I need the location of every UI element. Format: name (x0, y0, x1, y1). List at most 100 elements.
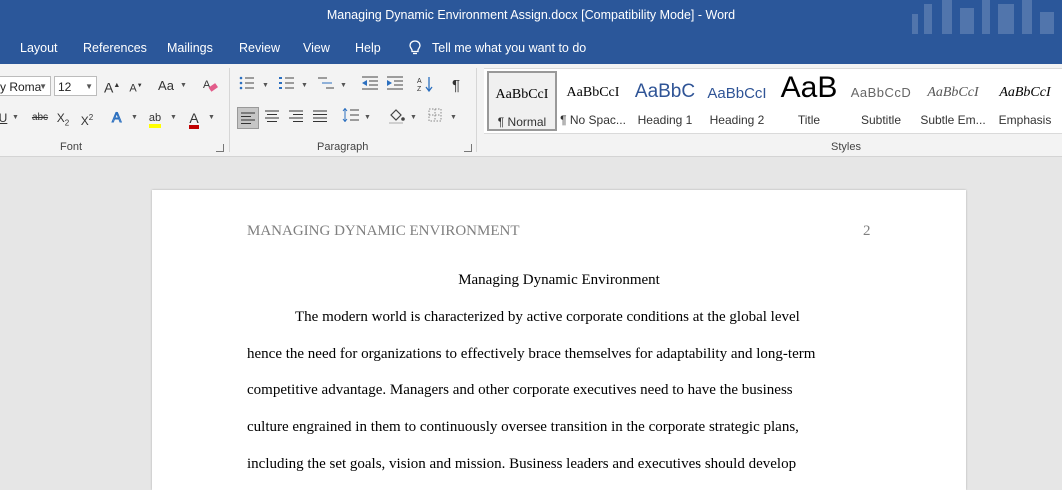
sort-button[interactable]: A Z (416, 76, 436, 98)
style-sample: AaBbCcI (566, 85, 620, 100)
align-center-button[interactable] (262, 108, 282, 128)
bullets-button[interactable] (238, 76, 256, 96)
decrease-indent-icon (362, 76, 378, 90)
style-heading-2[interactable]: AaBbCcI Heading 2 (702, 71, 772, 131)
multilevel-list-icon (318, 77, 334, 89)
show-formatting-button[interactable]: ¶ (448, 76, 464, 96)
tab-view[interactable]: View (303, 41, 330, 55)
line-spacing-button[interactable] (341, 107, 361, 128)
body-line-3[interactable]: competitive advantage. Managers and othe… (247, 382, 793, 399)
style-no-spacing[interactable]: AaBbCcI ¶ No Spac... (558, 71, 628, 131)
increase-indent-button[interactable] (385, 76, 405, 96)
strikethrough-button[interactable]: abc (30, 108, 50, 128)
change-case-label: Aa (158, 78, 174, 93)
style-name: Emphasis (998, 113, 1052, 127)
bullets-icon (239, 76, 254, 90)
paragraph-dialog-launcher[interactable] (464, 144, 472, 152)
svg-text:Z: Z (417, 86, 422, 92)
tab-references[interactable]: References (83, 41, 147, 55)
tab-mailings[interactable]: Mailings (167, 41, 213, 55)
style-title[interactable]: AaB Title (774, 71, 844, 131)
chevron-down-icon[interactable]: ▼ (12, 114, 19, 121)
strikethrough-label: abc (31, 112, 49, 123)
chevron-down-icon[interactable]: ▼ (364, 114, 371, 121)
style-sample: AaBbCcI (707, 85, 767, 102)
tab-layout[interactable]: Layout (20, 41, 58, 55)
style-name: Heading 2 (709, 113, 765, 127)
font-name-box[interactable]: y Roma ▼ (0, 76, 51, 96)
body-line-1[interactable]: The modern world is characterized by act… (247, 309, 800, 326)
borders-icon (428, 108, 442, 122)
running-head[interactable]: MANAGING DYNAMIC ENVIRONMENT (247, 223, 519, 240)
shading-button[interactable] (386, 108, 408, 130)
underline-letter: U (0, 111, 7, 125)
chevron-down-icon[interactable]: ▼ (131, 114, 138, 121)
lightbulb-icon (409, 40, 421, 55)
superscript-button[interactable]: X2 (79, 108, 95, 131)
styles-group-label: Styles (831, 141, 861, 153)
style-name: Subtle Em... (920, 113, 986, 127)
numbering-button[interactable] (278, 76, 296, 96)
style-subtitle[interactable]: AaBbCcD Subtitle (846, 71, 916, 131)
subscript-button[interactable]: X2 (55, 108, 71, 133)
shrink-font-button[interactable]: A▼ (128, 76, 144, 99)
page-number[interactable]: 2 (863, 223, 871, 240)
body-line-4[interactable]: culture engrained in them to continuousl… (247, 419, 799, 436)
decrease-indent-button[interactable] (360, 76, 380, 96)
font-group-label: Font (60, 141, 83, 153)
chevron-down-icon[interactable]: ▼ (410, 114, 417, 121)
grow-font-button[interactable]: A▲ (104, 76, 120, 98)
document-page[interactable]: MANAGING DYNAMIC ENVIRONMENT 2 Managing … (152, 190, 966, 490)
chevron-down-icon[interactable]: ▼ (340, 82, 347, 89)
chevron-down-icon: ▼ (39, 82, 47, 91)
chevron-down-icon[interactable]: ▼ (301, 82, 308, 89)
align-right-button[interactable] (286, 108, 306, 128)
paragraph-group-label: Paragraph (317, 141, 369, 153)
chevron-down-icon[interactable]: ▼ (180, 82, 187, 89)
tab-help[interactable]: Help (355, 41, 381, 55)
body-line-2[interactable]: hence the need for organizations to effe… (247, 346, 815, 363)
sort-icon: A Z (417, 77, 433, 93)
multilevel-list-button[interactable] (316, 76, 336, 96)
chevron-down-icon[interactable]: ▼ (450, 114, 457, 121)
justify-button[interactable] (310, 108, 330, 128)
style-subtle-emphasis[interactable]: AaBbCcI Subtle Em... (918, 71, 988, 131)
font-color-letter: A (189, 111, 199, 129)
group-separator (476, 68, 477, 152)
document-area[interactable]: MANAGING DYNAMIC ENVIRONMENT 2 Managing … (0, 157, 1062, 490)
chevron-down-icon[interactable]: ▼ (170, 114, 177, 121)
text-effects-icon: A (112, 109, 123, 126)
clear-formatting-button[interactable]: A (200, 76, 220, 100)
style-sample: AaBbCcD (850, 85, 912, 100)
ribbon-tabs: Layout References Mailings Review View H… (0, 34, 1062, 64)
font-color-button[interactable]: A (185, 108, 203, 129)
chevron-down-icon[interactable]: ▼ (208, 114, 215, 121)
change-case-button[interactable]: Aa (155, 76, 177, 96)
style-heading-1[interactable]: AaBbC Heading 1 (630, 71, 700, 131)
style-sample: AaB (780, 71, 838, 104)
align-left-button[interactable] (237, 107, 259, 129)
title-bar-decoration (902, 0, 1062, 34)
eraser-icon: A (203, 79, 218, 92)
font-size-box[interactable]: 12 ▼ (54, 76, 97, 96)
font-name-value: y Roma (0, 80, 42, 94)
text-effects-button[interactable]: A (108, 108, 128, 132)
styles-gallery: AaBbCcI ¶ Normal AaBbCcI ¶ No Spac... Aa… (484, 68, 1062, 134)
superscript-letter: X (80, 114, 89, 128)
style-normal[interactable]: AaBbCcI ¶ Normal (487, 71, 557, 131)
tell-me-text: Tell me what you want to do (432, 41, 587, 55)
document-heading[interactable]: Managing Dynamic Environment (152, 272, 966, 289)
tab-review[interactable]: Review (239, 41, 280, 55)
highlight-button[interactable]: ab (145, 108, 165, 128)
borders-button[interactable] (426, 108, 444, 128)
increase-indent-icon (387, 76, 403, 90)
chevron-down-icon[interactable]: ▼ (262, 82, 269, 89)
tell-me-box[interactable]: Tell me what you want to do (408, 40, 586, 56)
font-dialog-launcher[interactable] (216, 144, 224, 152)
pilcrow-icon: ¶ (451, 77, 461, 94)
body-line-5[interactable]: including the set goals, vision and miss… (247, 456, 796, 473)
shrink-font-letter: A (129, 82, 137, 95)
style-emphasis[interactable]: AaBbCcI Emphasis (990, 71, 1060, 131)
underline-button[interactable]: U (0, 108, 8, 128)
superscript-mark: 2 (88, 113, 94, 122)
